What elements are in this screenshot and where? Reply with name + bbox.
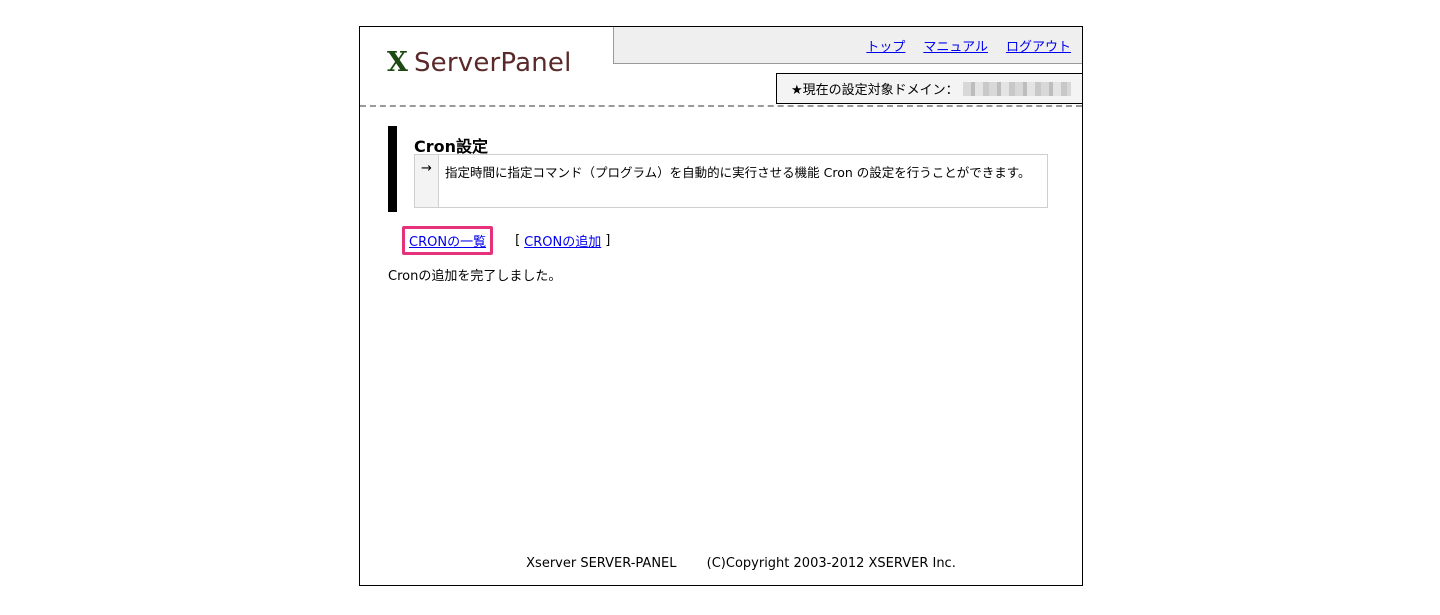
- completion-message: Cronの追加を完了しました。: [388, 269, 562, 284]
- header-divider: [360, 105, 1082, 107]
- footer: Xserver SERVER-PANEL (C)Copyright 2003-2…: [360, 556, 1082, 571]
- logo-text: ServerPanel: [413, 47, 572, 78]
- logo-mark: X: [387, 47, 408, 78]
- target-domain-label: ★現在の設定対象ドメイン：: [791, 83, 959, 98]
- footer-copyright: (C)Copyright 2003-2012 XSERVER Inc.: [706, 556, 956, 571]
- section-description: 指定時間に指定コマンド（プログラム）を自動的に実行させる機能 Cron の設定を…: [445, 165, 1031, 180]
- server-panel-window: X ServerPanel トップ マニュアル ログアウト ★現在の設定対象ドメ…: [359, 26, 1083, 586]
- bracket-open: [: [515, 233, 521, 248]
- header: X ServerPanel トップ マニュアル ログアウト ★現在の設定対象ドメ…: [360, 27, 1082, 107]
- section-accent-bar: [388, 126, 397, 212]
- cron-list-link[interactable]: CRONの一覧: [402, 226, 494, 255]
- nav-manual-link[interactable]: マニュアル: [923, 36, 988, 55]
- redacted-domain-value: [962, 81, 1071, 96]
- target-domain-box: ★現在の設定対象ドメイン：: [776, 73, 1082, 104]
- section-description-box: → 指定時間に指定コマンド（プログラム）を自動的に実行させる機能 Cron の設…: [414, 154, 1048, 208]
- footer-product: Xserver SERVER-PANEL: [526, 556, 677, 571]
- nav-logout-link[interactable]: ログアウト: [1006, 36, 1071, 55]
- cron-add-link[interactable]: CRONの追加: [524, 231, 601, 250]
- serverpanel-logo: X ServerPanel: [387, 49, 572, 76]
- top-nav: トップ マニュアル ログアウト: [866, 36, 1071, 55]
- nav-top-link[interactable]: トップ: [866, 36, 905, 55]
- arrow-icon: →: [415, 155, 439, 207]
- bracket-close: ]: [605, 233, 611, 248]
- top-nav-box: トップ マニュアル ログアウト: [613, 27, 1082, 64]
- cron-menu-links: CRONの一覧 [ CRONの追加 ]: [402, 226, 610, 255]
